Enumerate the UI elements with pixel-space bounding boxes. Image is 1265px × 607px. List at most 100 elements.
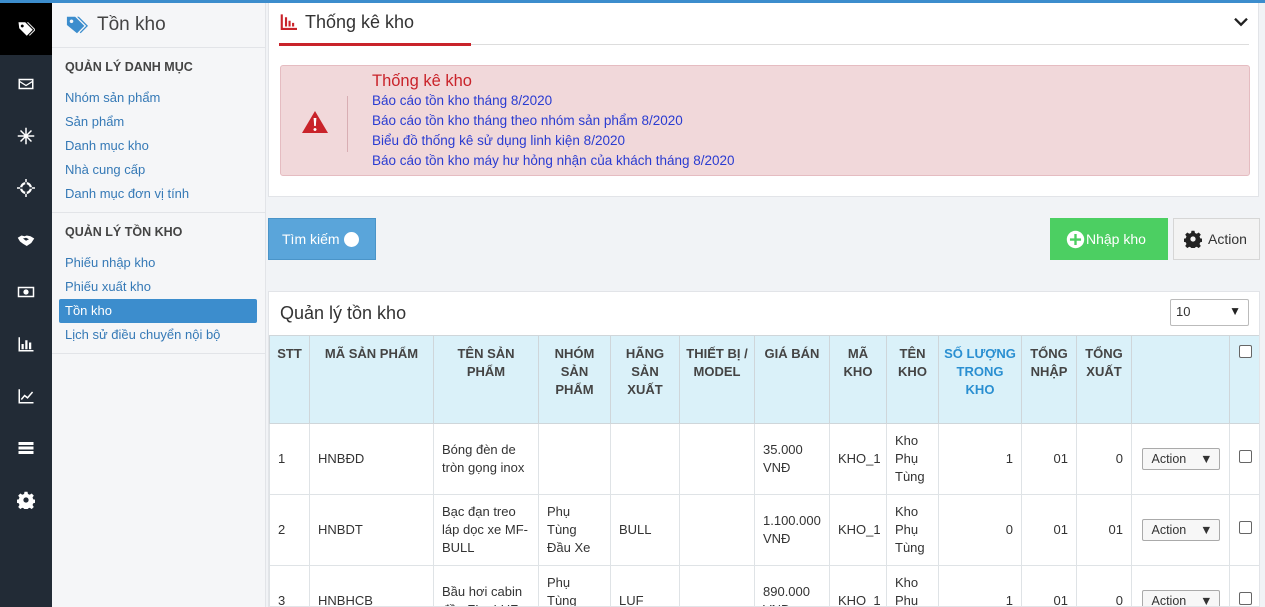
cell-model [679, 565, 755, 606]
rail-mail-button[interactable] [0, 58, 52, 110]
cell-manufacturer: BULL [610, 494, 680, 566]
cell-warehouse-code: KHO_1 [829, 565, 887, 606]
cell-price: 35.000 VNĐ [754, 423, 830, 495]
col-product-code[interactable]: MÃ SẢN PHẨM [309, 335, 434, 424]
row-action-dropdown[interactable]: Action ▼ [1141, 448, 1220, 470]
row-checkbox[interactable] [1238, 450, 1252, 463]
col-quantity[interactable]: SỐ LƯỢNG TRONG KHO [938, 335, 1022, 424]
col-total-out[interactable]: TỔNG XUẤT [1076, 335, 1132, 424]
nav-warehouse-list[interactable]: Danh mục kho [52, 134, 265, 158]
col-actions [1131, 335, 1230, 424]
report-link-monthly[interactable]: Báo cáo tồn kho tháng 8/2020 [372, 93, 552, 108]
table-title: Quản lý tồn kho [280, 303, 407, 323]
cell-product-name: Bóng đèn de tròn gọng inox [433, 423, 539, 495]
rail-settings-button[interactable] [0, 474, 52, 526]
search-button-label: Tìm kiếm [282, 231, 340, 247]
cell-warehouse-code: KHO_1 [829, 494, 887, 566]
section-title-catalog: QUẢN LÝ DANH MỤC [65, 60, 193, 74]
import-button[interactable]: Nhập kho [1050, 218, 1168, 260]
report-link-by-group[interactable]: Báo cáo tồn kho tháng theo nhóm sản phẩm… [372, 113, 683, 128]
cell-model [679, 423, 755, 495]
table-row: 3 HNBHCB Bầu hơi cabin đầu FL - LUF Phụ … [269, 565, 1259, 607]
stats-panel: Thống kê kho Thống kê kho Báo cáo tồn kh… [268, 3, 1259, 197]
cell-stt: 3 [269, 565, 310, 606]
cell-warehouse-name: Kho Phụ Tùng [886, 494, 939, 566]
search-button[interactable]: Tìm kiếm [268, 218, 376, 260]
rail-snowflake-button[interactable] [0, 110, 52, 162]
gear-icon [17, 491, 35, 509]
cell-warehouse-name: Kho Phụ Tùng [886, 565, 939, 606]
nav-products[interactable]: Sản phẩm [52, 110, 265, 134]
cell-actions: Action ▼ [1131, 565, 1230, 607]
rail-inventory-button[interactable] [0, 3, 59, 55]
cell-product-group [538, 423, 611, 495]
row-checkbox[interactable] [1238, 521, 1252, 534]
nav-suppliers[interactable]: Nhà cung cấp [52, 158, 265, 182]
rail-handshake-button[interactable] [0, 214, 52, 266]
icon-rail [0, 3, 59, 607]
cell-select [1229, 494, 1259, 566]
caret-down-icon: ▼ [1200, 594, 1213, 607]
col-stt[interactable]: STT [269, 335, 310, 424]
report-link-damaged[interactable]: Báo cáo tồn kho máy hư hỏng nhận của khá… [372, 153, 735, 168]
cell-product-group: Phụ Tùng Đầu Xe [538, 494, 611, 566]
row-action-dropdown[interactable]: Action ▼ [1141, 590, 1220, 607]
cell-product-code: HNBĐD [309, 423, 434, 495]
row-action-label: Action [1151, 452, 1187, 466]
col-warehouse-code[interactable]: MÃ KHO [829, 335, 887, 424]
cell-product-code: HNBHCB [309, 565, 434, 606]
col-product-group[interactable]: NHÓM SẢN PHẨM [538, 335, 611, 424]
rail-money-button[interactable] [0, 266, 52, 318]
inventory-subnav: Tồn kho QUẢN LÝ DANH MỤC Nhóm sản phẩm S… [52, 3, 266, 607]
handshake-icon [17, 235, 35, 246]
nav-goods-issue[interactable]: Phiếu xuất kho [52, 275, 265, 299]
inventory-table: STT MÃ SẢN PHẨM TÊN SẢN PHẨM NHÓM SẢN PH… [269, 335, 1259, 607]
cell-select [1229, 423, 1259, 495]
row-action-label: Action [1151, 594, 1187, 607]
col-price[interactable]: GIÁ BÁN [754, 335, 830, 424]
caret-down-icon: ▼ [1200, 452, 1213, 466]
select-all-checkbox[interactable] [1238, 345, 1252, 358]
line-chart-icon [18, 389, 34, 404]
rail-line-chart-button[interactable] [0, 370, 52, 422]
action-button[interactable]: Action [1173, 218, 1260, 260]
alert-divider [347, 96, 348, 152]
row-checkbox[interactable] [1238, 592, 1252, 605]
cell-total-in: 01 [1021, 423, 1077, 495]
cell-actions: Action ▼ [1131, 494, 1230, 566]
report-link-parts-chart[interactable]: Biểu đồ thống kê sử dụng linh kiện 8/202… [372, 133, 625, 148]
nav-inventory[interactable]: Tồn kho [59, 299, 257, 323]
cell-product-code: HNBDT [309, 494, 434, 566]
inventory-table-panel: Quản lý tồn kho 10 ▼ STT MÃ SẢN PHẨM TÊN… [268, 291, 1260, 607]
action-button-label: Action [1208, 231, 1247, 247]
plus-circle-icon [1066, 230, 1085, 248]
nav-units[interactable]: Danh mục đơn vị tính [52, 182, 265, 206]
col-model[interactable]: THIẾT BỊ / MODEL [679, 335, 755, 424]
table-header-row: STT MÃ SẢN PHẨM TÊN SẢN PHẨM NHÓM SẢN PH… [269, 335, 1259, 424]
col-total-in[interactable]: TỔNG NHẬP [1021, 335, 1077, 424]
subnav-header: Tồn kho [52, 3, 265, 48]
rail-bar-chart-button[interactable] [0, 318, 52, 370]
cell-total-in: 01 [1021, 494, 1077, 566]
table-icon [18, 442, 34, 454]
snowflake-icon [17, 127, 35, 145]
nav-product-groups[interactable]: Nhóm sản phẩm [52, 86, 265, 110]
rail-table-button[interactable] [0, 422, 52, 474]
envelope-icon [18, 78, 34, 90]
page-size-select[interactable]: 10 ▼ [1170, 299, 1249, 326]
nav-transfer-history[interactable]: Lịch sử điều chuyển nội bộ [52, 323, 265, 347]
cell-stt: 2 [269, 494, 310, 566]
col-product-name[interactable]: TÊN SẢN PHẨM [433, 335, 539, 424]
col-manufacturer[interactable]: HÃNG SẢN XUẤT [610, 335, 680, 424]
cell-product-name: Bạc đạn treo láp dọc xe MF-BULL [433, 494, 539, 566]
chevron-down-icon[interactable] [1233, 14, 1249, 30]
cell-manufacturer [610, 423, 680, 495]
cell-price: 1.100.000 VNĐ [754, 494, 830, 566]
rail-crosshair-button[interactable] [0, 162, 52, 214]
cell-stt: 1 [269, 423, 310, 495]
col-warehouse-name[interactable]: TÊN KHO [886, 335, 939, 424]
nav-goods-receipt[interactable]: Phiếu nhập kho [52, 251, 265, 275]
cell-total-in: 01 [1021, 565, 1077, 606]
row-action-dropdown[interactable]: Action ▼ [1141, 519, 1220, 541]
stats-chart-icon [280, 14, 297, 30]
